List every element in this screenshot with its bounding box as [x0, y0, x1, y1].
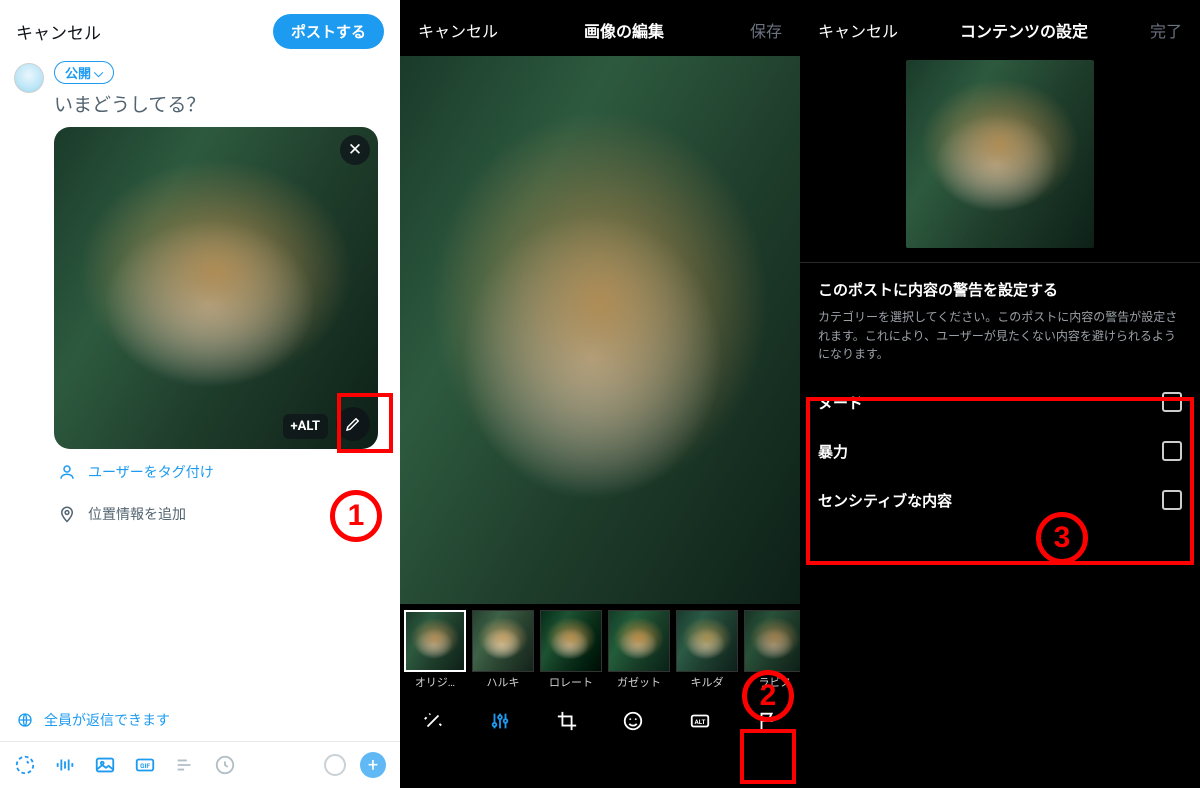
person-icon	[56, 461, 78, 483]
edit-image-preview	[400, 56, 800, 604]
page-title: 画像の編集	[584, 18, 664, 42]
cancel-button[interactable]: キャンセル	[818, 18, 898, 42]
checkbox-icon[interactable]	[1162, 392, 1182, 412]
tag-users-button[interactable]: ユーザーをタグ付け	[56, 461, 386, 483]
filter-label: ガゼット	[608, 674, 670, 690]
alt-badge-button[interactable]: +ALT	[283, 414, 328, 439]
content-settings-screen: キャンセル コンテンツの設定 完了 このポストに内容の警告を設定する カテゴリー…	[800, 0, 1200, 788]
audience-selector[interactable]: 公開	[54, 61, 114, 84]
remove-media-button[interactable]: ✕	[340, 135, 370, 165]
enhance-tool[interactable]	[413, 701, 453, 741]
filter-haruki[interactable]: ハルキ	[472, 610, 534, 690]
option-label: ヌード	[818, 392, 863, 413]
edit-toolbar: ALT	[400, 692, 800, 750]
filter-label: オリジ…	[404, 674, 466, 690]
compose-toolbar: GIF +	[0, 741, 400, 788]
svg-text:GIF: GIF	[140, 762, 150, 770]
filter-label: ハルキ	[472, 674, 534, 690]
tag-users-label: ユーザーをタグ付け	[88, 462, 214, 482]
option-label: 暴力	[818, 441, 848, 462]
checkbox-icon[interactable]	[1162, 441, 1182, 461]
adjust-tool[interactable]	[480, 701, 520, 741]
page-title: コンテンツの設定	[960, 18, 1088, 42]
location-icon	[56, 503, 78, 525]
globe-icon	[14, 709, 36, 731]
warning-heading: このポストに内容の警告を設定する	[800, 263, 1200, 308]
svg-text:ALT: ALT	[694, 718, 705, 726]
char-count-icon	[324, 754, 346, 776]
cancel-button[interactable]: キャンセル	[418, 18, 498, 42]
schedule-icon	[214, 754, 236, 776]
add-thread-button[interactable]: +	[360, 752, 386, 778]
media-thumbnail	[54, 127, 378, 449]
save-button[interactable]: 保存	[750, 18, 782, 42]
option-sensitive[interactable]: センシティブな内容	[800, 476, 1200, 525]
compose-screen: キャンセル ポストする 公開 いまどうしてる？ ✕ +ALT	[0, 0, 400, 788]
filter-kilda[interactable]: キルダ	[676, 610, 738, 690]
warning-description: カテゴリーを選択してください。このポストに内容の警告が設定されます。これにより、…	[800, 308, 1200, 378]
option-nudity[interactable]: ヌード	[800, 378, 1200, 427]
image-icon[interactable]	[94, 754, 116, 776]
poll-icon	[174, 754, 196, 776]
option-violence[interactable]: 暴力	[800, 427, 1200, 476]
alt-tool[interactable]: ALT	[680, 701, 720, 741]
crop-tool[interactable]	[547, 701, 587, 741]
filter-rabis[interactable]: ラビス	[744, 610, 800, 690]
attached-media: ✕ +ALT	[54, 127, 378, 449]
edit-media-button[interactable]	[336, 407, 370, 441]
reply-permission-button[interactable]: 全員が返信できます	[0, 709, 400, 741]
filter-loreto[interactable]: ロレート	[540, 610, 602, 690]
add-location-button[interactable]: 位置情報を追加	[56, 503, 386, 525]
cancel-button[interactable]: キャンセル	[16, 19, 101, 44]
filter-original[interactable]: オリジ…	[404, 610, 466, 690]
flag-tool[interactable]	[747, 701, 787, 741]
post-button[interactable]: ポストする	[273, 14, 384, 49]
close-icon: ✕	[348, 140, 362, 160]
pencil-icon	[342, 413, 364, 435]
avatar[interactable]	[14, 63, 44, 93]
filter-gazette[interactable]: ガゼット	[608, 610, 670, 690]
filter-label: ロレート	[540, 674, 602, 690]
add-location-label: 位置情報を追加	[88, 504, 186, 524]
content-preview	[906, 60, 1094, 248]
image-edit-screen: キャンセル 画像の編集 保存 オリジ… ハルキ ロレート ガゼット キルダ ラビ…	[400, 0, 800, 788]
sticker-tool[interactable]	[613, 701, 653, 741]
audio-icon[interactable]	[54, 754, 76, 776]
spaces-icon[interactable]	[14, 754, 36, 776]
done-button[interactable]: 完了	[1150, 18, 1182, 42]
filter-label: ラビス	[744, 674, 800, 690]
filter-label: キルダ	[676, 674, 738, 690]
gif-icon[interactable]: GIF	[134, 754, 156, 776]
filter-strip[interactable]: オリジ… ハルキ ロレート ガゼット キルダ ラビス	[400, 604, 800, 692]
checkbox-icon[interactable]	[1162, 490, 1182, 510]
option-label: センシティブな内容	[818, 490, 952, 511]
compose-placeholder[interactable]: いまどうしてる？	[54, 90, 386, 117]
reply-permission-label: 全員が返信できます	[44, 710, 170, 730]
